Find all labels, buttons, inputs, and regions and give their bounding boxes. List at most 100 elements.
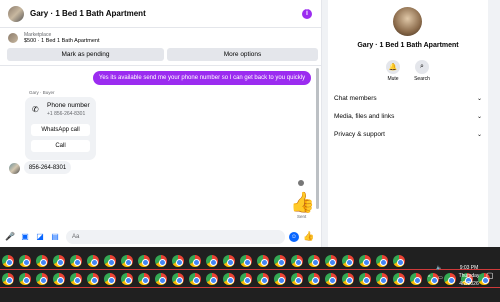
chrome-icon[interactable] xyxy=(359,255,371,267)
chrome-icon[interactable] xyxy=(87,255,99,267)
chrome-icon[interactable] xyxy=(291,255,303,267)
chrome-icon[interactable] xyxy=(359,273,371,285)
chrome-icon[interactable] xyxy=(172,273,184,285)
chat-header: Gary · 1 Bed 1 Bath Apartment i xyxy=(0,0,322,28)
sticker-icon[interactable]: ◪ xyxy=(35,232,45,242)
chat-scrollbar[interactable] xyxy=(316,68,319,209)
chrome-icon[interactable] xyxy=(376,273,388,285)
chevron-down-icon: ⌄ xyxy=(476,132,482,138)
chrome-icon[interactable] xyxy=(70,255,82,267)
chrome-icon[interactable] xyxy=(121,255,133,267)
side-panel-title: Gary · 1 Bed 1 Bath Apartment xyxy=(357,42,459,49)
chrome-icon[interactable] xyxy=(325,255,337,267)
mark-pending-button[interactable]: Mark as pending xyxy=(7,48,164,61)
whatsapp-call-button[interactable]: WhatsApp call xyxy=(31,124,90,136)
chrome-icon[interactable] xyxy=(36,273,48,285)
chrome-icon[interactable] xyxy=(223,273,235,285)
section-chat-members[interactable]: Chat members ⌄ xyxy=(334,95,482,102)
search-label: Search xyxy=(414,76,430,82)
chrome-icon[interactable] xyxy=(393,273,405,285)
chrome-icon[interactable] xyxy=(36,255,48,267)
chrome-icon[interactable] xyxy=(274,255,286,267)
chrome-icon[interactable] xyxy=(240,255,252,267)
chrome-icon[interactable] xyxy=(325,273,337,285)
chrome-icon[interactable] xyxy=(189,273,201,285)
chrome-icon[interactable] xyxy=(410,273,422,285)
phone-card-title: Phone number xyxy=(47,102,90,109)
chrome-icon[interactable] xyxy=(155,255,167,267)
bell-icon[interactable]: 🔔 xyxy=(386,60,400,74)
chevron-up-icon[interactable]: ^ xyxy=(428,275,430,281)
seen-avatar-icon xyxy=(298,180,304,186)
taskbar-underline xyxy=(0,269,500,270)
chrome-icon[interactable] xyxy=(104,273,116,285)
chrome-icon[interactable] xyxy=(172,255,184,267)
microphone-icon[interactable]: 🎤 xyxy=(5,232,15,242)
call-button[interactable]: Call xyxy=(31,140,90,152)
chrome-icon[interactable] xyxy=(138,255,150,267)
phone-number-card: ✆ Phone number +1 856-264-8301 WhatsApp … xyxy=(25,97,96,160)
taskbar-row-top xyxy=(2,255,410,267)
marketplace-thumbnail xyxy=(8,33,18,43)
sent-status: Sent xyxy=(297,214,307,219)
outgoing-message[interactable]: Yes its available send me your phone num… xyxy=(93,71,311,85)
chrome-icon[interactable] xyxy=(121,273,133,285)
section-media-files-links[interactable]: Media, files and links ⌄ xyxy=(334,113,482,120)
section-privacy-support[interactable]: Privacy & support ⌄ xyxy=(334,131,482,138)
more-options-button[interactable]: More options xyxy=(167,48,318,61)
search-icon[interactable]: ⌕ xyxy=(415,60,429,74)
chrome-icon[interactable] xyxy=(274,273,286,285)
emoji-icon[interactable]: ☺ xyxy=(289,231,299,242)
chrome-icon[interactable] xyxy=(308,273,320,285)
chrome-icon[interactable] xyxy=(257,273,269,285)
notification-icon[interactable]: ▢ xyxy=(486,271,494,280)
chrome-icon[interactable] xyxy=(393,255,405,267)
clock-time[interactable]: 9:03 PM xyxy=(454,265,484,271)
chrome-icon[interactable] xyxy=(2,273,14,285)
chrome-icon[interactable] xyxy=(308,255,320,267)
clock-day[interactable]: Thursday xyxy=(454,273,484,279)
message-input[interactable]: Aa xyxy=(66,229,285,244)
chrome-icon[interactable] xyxy=(206,255,218,267)
like-button-icon[interactable]: 👍 xyxy=(303,231,314,242)
avatar[interactable] xyxy=(9,163,20,174)
conversation-details-panel: Gary · 1 Bed 1 Bath Apartment 🔔 Mute ⌕ S… xyxy=(328,0,488,247)
chrome-icon[interactable] xyxy=(104,255,116,267)
chrome-icon[interactable] xyxy=(87,273,99,285)
section-label: Media, files and links xyxy=(334,113,395,120)
incoming-message[interactable]: 856-264-8301 xyxy=(24,161,71,174)
chrome-icon[interactable] xyxy=(291,273,303,285)
composer: 🎤 ▣ ◪ ▤ Aa ☺ 👍 xyxy=(0,226,322,247)
chrome-icon[interactable] xyxy=(2,255,14,267)
chrome-icon[interactable] xyxy=(342,255,354,267)
chrome-icon[interactable] xyxy=(206,273,218,285)
chrome-icon[interactable] xyxy=(53,273,65,285)
listing-thumbnail[interactable] xyxy=(8,5,24,22)
chrome-icon[interactable] xyxy=(138,273,150,285)
network-icon[interactable]: ▭ xyxy=(438,275,443,281)
image-icon[interactable]: ▣ xyxy=(20,232,30,242)
conversation-photo xyxy=(393,7,422,36)
phone-card-number: +1 856-264-8301 xyxy=(47,111,86,117)
mute-label: Mute xyxy=(387,76,399,82)
section-label: Chat members xyxy=(334,95,377,102)
chrome-icon[interactable] xyxy=(155,273,167,285)
chrome-icon[interactable] xyxy=(70,273,82,285)
chrome-icon[interactable] xyxy=(257,255,269,267)
sender-label: Gary · Buyer xyxy=(29,90,55,95)
clock-date[interactable]: 4/2/2026 xyxy=(454,281,484,287)
chrome-icon[interactable] xyxy=(240,273,252,285)
taskbar-row-bottom xyxy=(2,273,495,285)
chrome-icon[interactable] xyxy=(19,273,31,285)
chrome-icon[interactable] xyxy=(189,255,201,267)
chrome-icon[interactable] xyxy=(376,255,388,267)
chat-title[interactable]: Gary · 1 Bed 1 Bath Apartment xyxy=(30,9,302,18)
marketplace-listing[interactable]: Marketplace $500 · 1 Bed 1 Bath Apartmen… xyxy=(8,32,100,44)
info-icon[interactable]: i xyxy=(302,8,312,19)
chrome-icon[interactable] xyxy=(19,255,31,267)
gif-icon[interactable]: ▤ xyxy=(50,232,60,242)
volume-icon[interactable]: 🔈 xyxy=(436,265,442,271)
chrome-icon[interactable] xyxy=(53,255,65,267)
chrome-icon[interactable] xyxy=(342,273,354,285)
chrome-icon[interactable] xyxy=(223,255,235,267)
